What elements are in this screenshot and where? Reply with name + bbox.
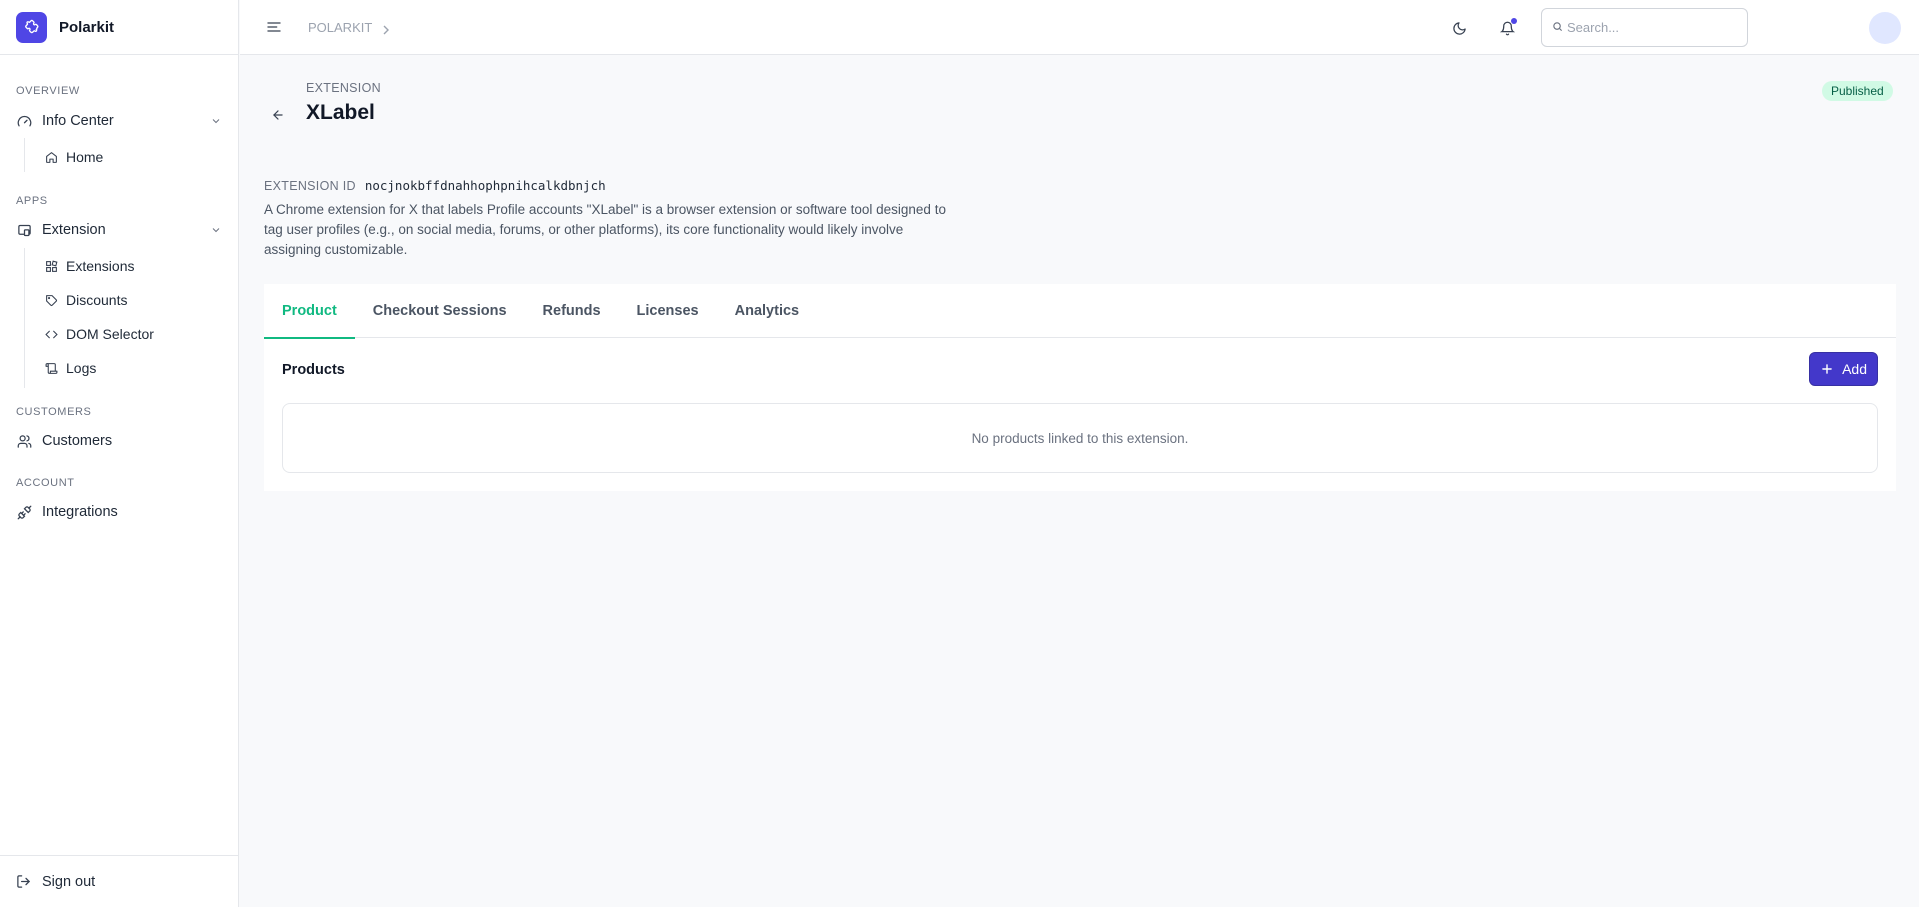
chevron-down-icon[interactable] xyxy=(210,115,222,127)
brand[interactable]: Polarkit xyxy=(0,0,238,55)
tab-licenses[interactable]: Licenses xyxy=(619,284,717,338)
code-icon xyxy=(44,327,58,341)
sidebar-item-label: Discounts xyxy=(66,292,128,308)
sign-out-label: Sign out xyxy=(42,873,96,890)
page-eyebrow: EXTENSION xyxy=(306,81,381,95)
sidebar-item-extension[interactable]: Extension xyxy=(16,217,222,243)
sidebar-item-extensions[interactable]: Extensions xyxy=(44,254,134,278)
chevron-right-icon xyxy=(382,23,390,34)
plug-icon xyxy=(16,504,32,520)
logout-icon xyxy=(16,874,32,890)
section-label-account: ACCOUNT xyxy=(16,477,75,489)
breadcrumb-item[interactable]: POLARKIT xyxy=(308,20,372,35)
products-heading: Products xyxy=(282,362,345,378)
moon-icon[interactable] xyxy=(1450,19,1468,37)
sidebar-item-discounts[interactable]: Discounts xyxy=(44,288,127,312)
extension-detail-card: Product Checkout Sessions Refunds Licens… xyxy=(264,284,1896,491)
tab-bar: Product Checkout Sessions Refunds Licens… xyxy=(264,284,1896,339)
sidebar: Polarkit OVERVIEW Info Center Home APPS … xyxy=(0,0,239,907)
sidebar-item-dom-selector[interactable]: DOM Selector xyxy=(44,322,154,346)
products-empty-state: No products linked to this extension. xyxy=(282,403,1878,473)
subnav-rail xyxy=(24,248,25,388)
status-badge: Published xyxy=(1822,81,1893,101)
add-button-label: Add xyxy=(1842,361,1867,377)
section-label-customers: CUSTOMERS xyxy=(16,406,92,418)
sidebar-item-customers[interactable]: Customers xyxy=(16,428,222,454)
search-input[interactable] xyxy=(1563,20,1723,35)
tab-analytics[interactable]: Analytics xyxy=(717,284,817,338)
topbar: POLARKIT xyxy=(240,0,1919,55)
add-product-button[interactable]: Add xyxy=(1809,352,1878,386)
tab-product[interactable]: Product xyxy=(264,284,355,339)
bell-icon[interactable] xyxy=(1498,18,1517,37)
breadcrumb: POLARKIT xyxy=(308,20,390,35)
page-title: XLabel xyxy=(306,101,375,124)
extension-id-label: EXTENSION ID xyxy=(264,179,356,193)
sidebar-item-label: DOM Selector xyxy=(66,326,154,342)
avatar[interactable] xyxy=(1869,12,1901,44)
arrow-left-icon[interactable] xyxy=(271,108,287,124)
search-icon xyxy=(1552,19,1563,37)
plus-icon xyxy=(1820,362,1834,376)
sidebar-item-label: Extensions xyxy=(66,258,135,274)
subnav-rail xyxy=(24,138,25,172)
section-label-overview: OVERVIEW xyxy=(16,85,80,97)
users-icon xyxy=(16,433,32,449)
sign-out-button[interactable]: Sign out xyxy=(0,855,238,907)
brand-name: Polarkit xyxy=(59,18,115,36)
sidebar-item-home[interactable]: Home xyxy=(44,145,103,169)
section-label-apps: APPS xyxy=(16,195,48,207)
tab-refunds[interactable]: Refunds xyxy=(525,284,619,338)
sidebar-item-label: Extension xyxy=(42,222,106,238)
home-icon xyxy=(44,150,58,164)
puzzle-icon xyxy=(16,11,47,43)
sidebar-item-info-center[interactable]: Info Center xyxy=(16,108,222,134)
blocks-icon xyxy=(44,259,58,273)
scroll-icon xyxy=(44,361,58,375)
sidebar-item-label: Info Center xyxy=(42,113,114,129)
tab-checkout-sessions[interactable]: Checkout Sessions xyxy=(355,284,525,338)
notification-dot xyxy=(1511,18,1517,24)
chevron-down-icon[interactable] xyxy=(210,224,222,236)
sidebar-item-logs[interactable]: Logs xyxy=(44,356,96,380)
sidebar-item-label: Integrations xyxy=(42,504,118,520)
sidebar-item-integrations[interactable]: Integrations xyxy=(16,499,222,525)
menu-icon[interactable] xyxy=(266,19,282,35)
extension-description: A Chrome extension for X that labels Pro… xyxy=(264,202,946,257)
extension-id-value: nocjnokbffdnahhophpnihcalkdbnjch xyxy=(364,178,606,193)
empty-state-text: No products linked to this extension. xyxy=(971,430,1189,446)
sidebar-item-label: Customers xyxy=(42,433,113,449)
extension-window-icon xyxy=(16,222,32,238)
sidebar-item-label: Home xyxy=(66,149,104,165)
gauge-icon xyxy=(16,113,32,129)
tag-icon xyxy=(44,293,58,307)
search-box[interactable] xyxy=(1541,8,1748,47)
sidebar-item-label: Logs xyxy=(66,360,97,376)
extension-id-row: EXTENSION ID nocjnokbffdnahhophpnihcalkd… xyxy=(264,178,606,193)
